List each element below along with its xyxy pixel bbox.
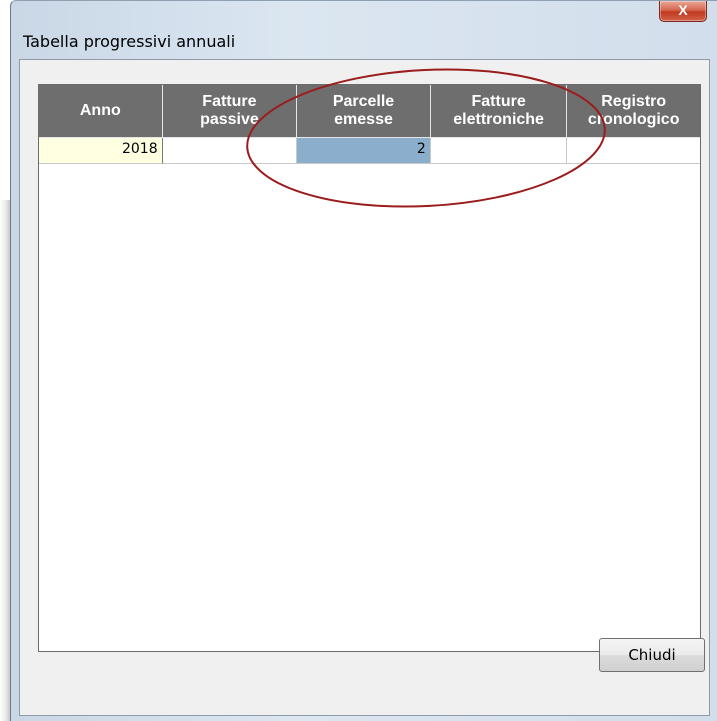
column-header-fatture-passive[interactable]: Fatture passive — [162, 85, 298, 138]
background-edge — [0, 200, 10, 721]
column-header-anno[interactable]: Anno — [39, 85, 163, 138]
title-bar[interactable]: Tabella progressivi annuali X — [11, 1, 717, 59]
cell-fatture-passive[interactable] — [162, 138, 298, 164]
column-header-registro-cronologico[interactable]: Registro cronologico — [567, 85, 700, 138]
progressives-grid: Anno Fatture passive Parcelle emesse Fat… — [38, 84, 701, 652]
close-icon: X — [678, 2, 688, 18]
cell-parcelle-emesse[interactable]: 2 — [297, 138, 431, 164]
cell-fatture-elettroniche[interactable] — [430, 138, 568, 164]
chiudi-button[interactable]: Chiudi — [599, 638, 705, 672]
cell-registro-cronologico[interactable] — [567, 138, 700, 164]
dialog-window: Tabella progressivi annuali X Anno Fattu… — [10, 0, 717, 721]
cell-anno[interactable]: 2018 — [39, 138, 163, 164]
window-title: Tabella progressivi annuali — [23, 32, 236, 51]
table-row: 2018 2 — [39, 138, 700, 164]
close-window-button[interactable]: X — [659, 1, 707, 22]
column-header-fatture-elettroniche[interactable]: Fatture elettroniche — [430, 85, 568, 138]
grid-header: Anno Fatture passive Parcelle emesse Fat… — [39, 85, 700, 138]
column-header-parcelle-emesse[interactable]: Parcelle emesse — [297, 85, 431, 138]
dialog-body: Anno Fatture passive Parcelle emesse Fat… — [19, 59, 710, 716]
